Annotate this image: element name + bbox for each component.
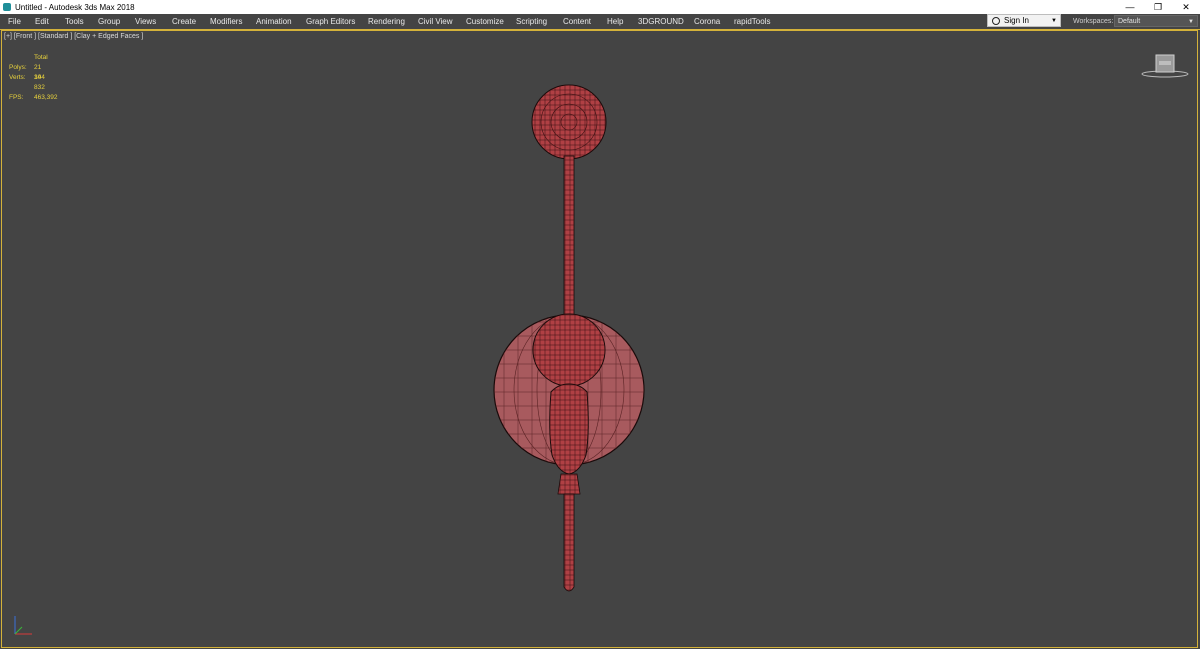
scene-model xyxy=(493,84,645,592)
body-capsule xyxy=(549,383,589,475)
upper-rod xyxy=(563,155,575,319)
lower-rod xyxy=(563,493,575,592)
top-sphere xyxy=(531,84,607,160)
middle-sphere xyxy=(532,313,606,387)
collar xyxy=(557,473,581,495)
